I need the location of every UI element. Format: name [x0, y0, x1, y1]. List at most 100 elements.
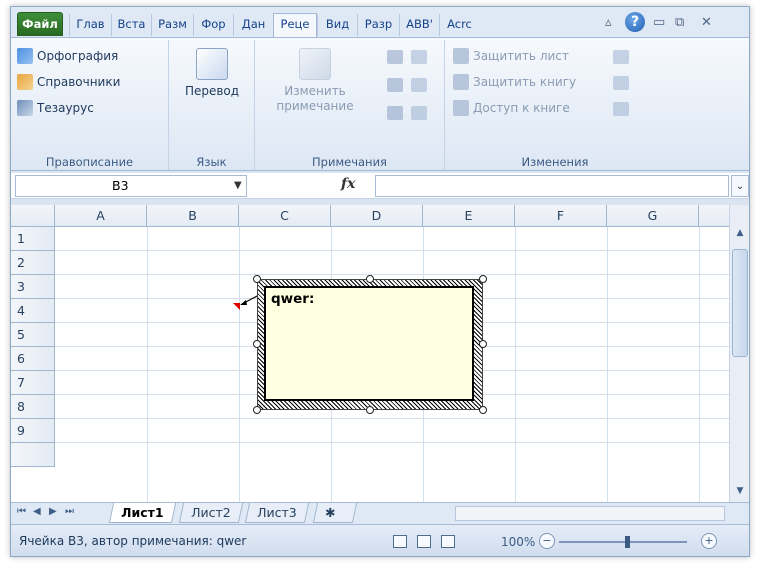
resize-handle[interactable]	[253, 275, 261, 283]
resize-handle[interactable]	[479, 275, 487, 283]
scroll-up-icon[interactable]: ▲	[732, 225, 748, 241]
sheet-tab-1[interactable]: Лист1	[108, 503, 176, 523]
zoom-in-icon[interactable]: +	[701, 533, 717, 549]
column-header-a[interactable]: A	[55, 205, 147, 227]
tab-acrobat[interactable]: Acrc	[439, 14, 479, 36]
row-header-6[interactable]: 6	[11, 347, 55, 371]
sheet-tab-3[interactable]: Лист3	[244, 503, 309, 523]
resize-handle[interactable]	[479, 340, 487, 348]
column-header-e[interactable]: E	[423, 205, 515, 227]
resize-handle[interactable]	[479, 406, 487, 414]
delete-comment-icon[interactable]	[387, 50, 403, 64]
formula-input[interactable]	[375, 175, 729, 197]
prev-sheet-icon[interactable]: ◀	[33, 506, 41, 517]
tab-view[interactable]: Вид	[317, 14, 357, 36]
scroll-down-icon[interactable]: ▼	[732, 483, 748, 499]
sheet-tab-2[interactable]: Лист2	[178, 503, 243, 523]
horizontal-scrollbar[interactable]	[455, 506, 725, 521]
translate-button[interactable]: Перевод	[179, 48, 245, 99]
column-header-b[interactable]: B	[147, 205, 239, 227]
research-book-icon	[17, 74, 33, 90]
tab-page-layout[interactable]: Разм	[151, 14, 193, 36]
insert-sheet-icon[interactable]: ✱	[312, 503, 358, 523]
column-header-h[interactable]	[699, 205, 729, 227]
column-header-c[interactable]: C	[239, 205, 331, 227]
row-header-9[interactable]: 9	[11, 419, 55, 443]
allow-edit-ranges-icon[interactable]	[613, 50, 629, 64]
comment-textbox[interactable]: qwer:	[264, 286, 474, 401]
chevron-down-icon[interactable]: ▼	[234, 176, 242, 196]
normal-view-icon[interactable]	[393, 535, 407, 548]
row-header-7[interactable]: 7	[11, 371, 55, 395]
tab-file[interactable]: Файл	[17, 12, 63, 36]
tab-review[interactable]: Реце	[273, 13, 317, 37]
resize-handle[interactable]	[253, 340, 261, 348]
insert-function-icon[interactable]: fx	[341, 176, 355, 192]
vertical-scrollbar[interactable]: ▲ ▼	[729, 205, 749, 502]
share-workbook-button[interactable]: Доступ к книге	[453, 100, 570, 116]
resize-handle[interactable]	[366, 275, 374, 283]
column-header-f[interactable]: F	[515, 205, 607, 227]
resize-handle[interactable]	[366, 406, 374, 414]
thesaurus-button[interactable]: Тезаурус	[17, 100, 94, 116]
first-sheet-icon[interactable]: ⏮	[17, 506, 26, 517]
page-break-view-icon[interactable]	[441, 535, 455, 548]
row-header-4[interactable]: 4	[11, 299, 55, 323]
row-header-5[interactable]: 5	[11, 323, 55, 347]
row-header-2[interactable]: 2	[11, 251, 55, 275]
research-button[interactable]: Справочники	[17, 74, 120, 90]
tab-abbyy[interactable]: ABB'	[399, 14, 439, 36]
last-sheet-icon[interactable]: ⏭	[65, 506, 74, 517]
zoom-out-icon[interactable]: −	[539, 533, 555, 549]
group-changes: Защитить лист Защитить книгу Доступ к кн…	[445, 40, 665, 170]
edit-comment-button[interactable]: Изменить примечание	[275, 48, 355, 114]
tab-formulas[interactable]: Фор	[193, 14, 233, 36]
expand-formula-icon[interactable]: ⌄	[731, 175, 749, 197]
restore-icon[interactable]: ⧉	[675, 15, 684, 30]
protect-sheet-label: Защитить лист	[473, 49, 569, 63]
share-workbook-label: Доступ к книге	[473, 101, 570, 115]
protect-sheet-button[interactable]: Защитить лист	[453, 48, 569, 64]
row-header-1[interactable]: 1	[11, 227, 55, 251]
row-header-10[interactable]	[11, 443, 55, 467]
grid-line	[55, 418, 729, 419]
column-header-g[interactable]: G	[607, 205, 699, 227]
protect-share-icon[interactable]	[613, 102, 629, 116]
sheet-tab-3-label: Лист3	[257, 505, 297, 520]
track-changes-icon[interactable]	[613, 76, 629, 90]
spelling-button[interactable]: Орфография	[17, 48, 118, 64]
resize-handle[interactable]	[253, 406, 261, 414]
help-icon[interactable]: ?	[625, 12, 645, 32]
comment-popup[interactable]: qwer:	[253, 275, 487, 414]
formula-bar: B3 ▼ fx ⌄	[11, 173, 749, 199]
edit-comment-icon	[299, 48, 331, 80]
zoom-slider-thumb[interactable]	[625, 536, 630, 548]
row-header-8[interactable]: 8	[11, 395, 55, 419]
tab-home[interactable]: Глав	[69, 14, 111, 36]
next-sheet-icon[interactable]: ▶	[49, 506, 57, 517]
translate-icon	[196, 48, 228, 80]
thesaurus-icon	[17, 100, 33, 116]
group-proofing-label: Правописание	[45, 155, 134, 169]
name-box[interactable]: B3 ▼	[15, 175, 247, 197]
show-comment-icon[interactable]	[411, 50, 427, 64]
column-header-d[interactable]: D	[331, 205, 423, 227]
zoom-slider[interactable]	[559, 541, 687, 543]
page-layout-view-icon[interactable]	[417, 535, 431, 548]
minimize-icon[interactable]: ▭	[653, 15, 665, 30]
zoom-level[interactable]: 100%	[501, 535, 535, 549]
close-icon[interactable]: ✕	[701, 15, 712, 30]
show-all-comments-icon[interactable]	[411, 78, 427, 92]
previous-comment-icon[interactable]	[387, 78, 403, 92]
scroll-thumb[interactable]	[732, 249, 748, 357]
row-header-3[interactable]: 3	[11, 275, 55, 299]
collapse-ribbon-icon[interactable]: ▵	[605, 15, 612, 30]
tab-developer[interactable]: Разр	[357, 14, 399, 36]
protect-workbook-button[interactable]: Защитить книгу	[453, 74, 576, 90]
show-ink-icon[interactable]	[411, 106, 427, 120]
select-all-corner[interactable]	[11, 205, 55, 227]
tab-data[interactable]: Дан	[233, 14, 273, 36]
share-workbook-icon	[453, 100, 469, 116]
tab-insert[interactable]: Вста	[111, 14, 151, 36]
next-comment-icon[interactable]	[387, 106, 403, 120]
